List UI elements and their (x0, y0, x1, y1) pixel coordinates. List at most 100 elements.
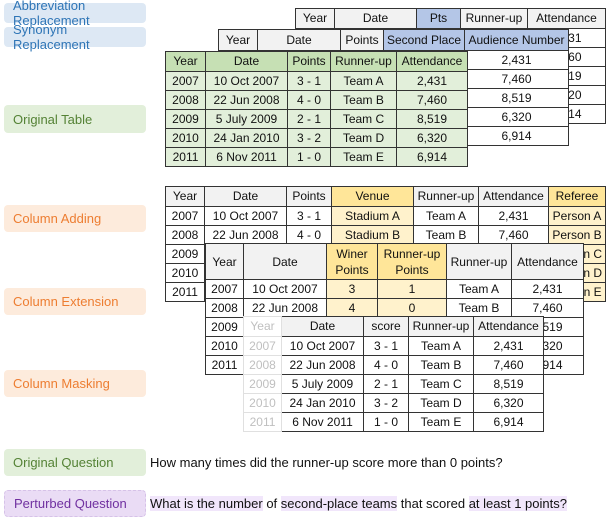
column-header: Date (204, 186, 287, 207)
perturbed-question-text: What is the number of second-place teams… (150, 496, 567, 511)
table-cell: 2011 (165, 147, 206, 167)
table-cell: Person A (548, 206, 606, 226)
column-header: Date (281, 316, 364, 337)
table-cell: 10 Oct 2007 (243, 279, 327, 299)
table-cell: 2007 (165, 71, 206, 91)
table-cell: 2009 (243, 374, 282, 394)
table-cell: 7,460 (464, 69, 569, 89)
table-cell: 2008 (243, 355, 282, 375)
table-cell: 2010 (205, 336, 244, 356)
table-cell: 4 - 0 (286, 225, 332, 245)
table-cell: 2008 (205, 298, 244, 318)
label-original-question: Original Question (4, 449, 146, 476)
column-header: Year (243, 316, 282, 337)
column-header: Year (205, 243, 244, 280)
column-header: Attendance (396, 51, 468, 72)
table-cell: 1 - 0 (287, 147, 331, 167)
table-cell: 2010 (243, 393, 282, 413)
table-cell: 22 Jun 2008 (281, 355, 364, 375)
table-cell: 5 July 2009 (205, 109, 288, 129)
column-header: Runner-up (330, 51, 397, 72)
table-row: 20116 Nov 20111 - 0Team E6,914 (243, 412, 544, 432)
table-cell: Team D (408, 393, 474, 413)
table-cell: 2,431 (478, 206, 549, 226)
table-cell: 8,519 (464, 88, 569, 108)
table-cell: 2010 (165, 263, 205, 283)
highlighted-phrase: second-place teams (280, 496, 398, 511)
table-cell: 3 - 2 (363, 393, 409, 413)
table-cell: Team B (413, 225, 479, 245)
table-cell: 4 (326, 298, 378, 318)
table-cell: 2 - 1 (287, 109, 331, 129)
table-cell: 24 Jan 2010 (205, 128, 288, 148)
column-header: Referee (548, 186, 606, 207)
table-cell: 3 (326, 279, 378, 299)
table-cell: Stadium A (331, 206, 414, 226)
table-row: 2008 22 Jun 2008 4 0 Team B 7,460 (205, 298, 584, 318)
table-cell: 6 Nov 2011 (281, 412, 364, 432)
label-column-adding: Column Adding (4, 205, 146, 232)
table-cell: 3 - 2 (287, 128, 331, 148)
table-cell: 2011 (165, 282, 205, 302)
column-header: Winer Points (326, 243, 378, 280)
question-phrase: of (262, 496, 281, 511)
column-header: Date (205, 51, 288, 72)
table-cell: 0 (377, 298, 447, 318)
table-cell: Team C (330, 109, 397, 129)
highlighted-phrase: at least 1 points? (468, 496, 567, 511)
table-cell: 10 Oct 2007 (281, 336, 364, 356)
table-header-row: Year Date Points Venue Runner-up Attendance Re… (165, 186, 606, 207)
column-header: Runner-up (408, 316, 474, 337)
table-cell: 22 Jun 2008 (204, 225, 287, 245)
table-cell: 2011 (243, 412, 282, 432)
column-header: Points (340, 29, 384, 51)
column-header: Date (243, 243, 327, 280)
table-cell: 6,320 (396, 128, 468, 148)
table-cell: 7,460 (478, 225, 549, 245)
table-cell: Team D (330, 128, 397, 148)
table-cell: 2009 (205, 317, 244, 337)
label-abbreviation-replacement: Abbreviation Replacement (4, 0, 146, 28)
table-cell: 3 - 1 (363, 336, 409, 356)
table-cell: 2007 (243, 336, 282, 356)
table-cell: 2,431 (511, 279, 584, 299)
table-cell: 2007 (205, 279, 244, 299)
column-header: Date (257, 29, 341, 51)
table-cell: Team E (408, 412, 474, 432)
table-cell: 8,519 (396, 109, 468, 129)
table-cell: Stadium B (331, 225, 414, 245)
column-header: Year (165, 186, 205, 207)
label-column-masking: Column Masking (4, 370, 146, 397)
table-original: Year Date Points Runner-up Attendance 2007 10 … (165, 51, 468, 167)
table-cell: 2,431 (396, 71, 468, 91)
table-header-row: Year Date score Runner-up Attendance (243, 316, 544, 337)
column-header: Runner-up (446, 243, 512, 280)
original-question-text: How many times did the runner-up score m… (150, 455, 503, 470)
table-cell: Team A (446, 279, 512, 299)
table-row: 2008 22 Jun 2008 4 - 0 Stadium B Team B 7,460… (165, 225, 606, 245)
table-cell: 7,460 (511, 298, 584, 318)
column-header: score (363, 316, 409, 337)
table-row: 200710 Oct 20073 - 1Team A2,431 (165, 71, 468, 91)
column-header: Runner-up (413, 186, 479, 207)
table-cell: 10 Oct 2007 (204, 206, 287, 226)
table-row: 2007 10 Oct 2007 3 1 Team A 2,431 (205, 279, 584, 299)
table-row: 20095 July 20092 - 1Team C8,519 (243, 374, 544, 394)
table-cell: Team B (446, 298, 512, 318)
table-cell: 22 Jun 2008 (243, 298, 327, 318)
table-cell: 3 - 1 (287, 71, 331, 91)
table-cell: 6 Nov 2011 (205, 147, 288, 167)
label-synonym-replacement: Synonym Replacement (4, 22, 146, 52)
column-header: Year (218, 29, 258, 51)
table-masking: Year Date score Runner-up Attendance 2007 10 O… (243, 316, 544, 432)
table-cell: 6,320 (464, 107, 569, 127)
column-header: Attendance (527, 8, 606, 29)
table-cell: Team B (330, 90, 397, 110)
table-cell: Team A (408, 336, 474, 356)
table-cell: 4 - 0 (363, 355, 409, 375)
column-header: Pts (416, 8, 461, 29)
label-column-extension: Column Extension (4, 288, 146, 315)
column-header: Year (295, 8, 335, 29)
table-cell: 7,460 (396, 90, 468, 110)
table-cell: 2010 (165, 128, 206, 148)
